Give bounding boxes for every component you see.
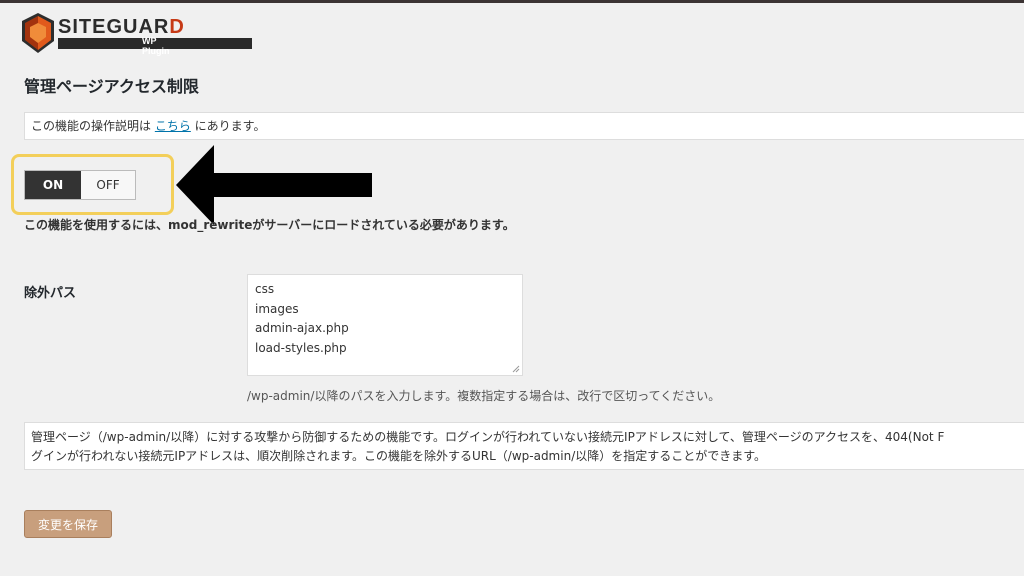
siteguard-shield-icon [22,13,54,53]
pointer-arrow-icon [176,145,372,225]
top-bar [0,0,1024,3]
notice-prefix: この機能の操作説明は [31,119,155,133]
exclude-path-description: /wp-admin/以降のパスを入力します。複数指定する場合は、改行で区切ってく… [247,389,721,403]
description-line: 管理ページ（/wp-admin/以降）に対する攻撃から防御するための機能です。ロ… [31,430,945,444]
path-line: load-styles.php [255,340,347,355]
logo-subtitle: WP Plugin [142,36,170,56]
path-line: css [255,282,275,296]
path-line: images [255,301,299,316]
requirement-text: この機能を使用するには、mod_rewriteがサーバーにロードされている必要が… [24,218,515,232]
exclude-path-label: 除外パス [24,286,77,301]
help-notice: この機能の操作説明は こちら にあります。 [24,112,1024,140]
save-changes-button[interactable]: 変更を保存 [24,510,112,538]
toggle-off-button[interactable]: OFF [81,171,135,199]
exclude-path-textarea[interactable]: css images admin-ajax.php load-styles.ph… [247,274,523,376]
notice-suffix: にあります。 [190,119,266,133]
page-title: 管理ページアクセス制限 [24,77,199,96]
toggle-on-button[interactable]: ON [25,171,81,199]
resize-handle-icon[interactable] [512,365,520,373]
help-link[interactable]: こちら [155,119,191,133]
siteguard-logo: SITEGUARD WP Plugin [22,13,252,57]
on-off-toggle[interactable]: ON OFF [24,170,136,200]
feature-description: 管理ページ（/wp-admin/以降）に対する攻撃から防御するための機能です。ロ… [24,422,1024,470]
path-line: admin-ajax.php [255,321,349,335]
description-line: グインが行われない接続元IPアドレスは、順次削除されます。この機能を除外するUR… [31,449,767,463]
